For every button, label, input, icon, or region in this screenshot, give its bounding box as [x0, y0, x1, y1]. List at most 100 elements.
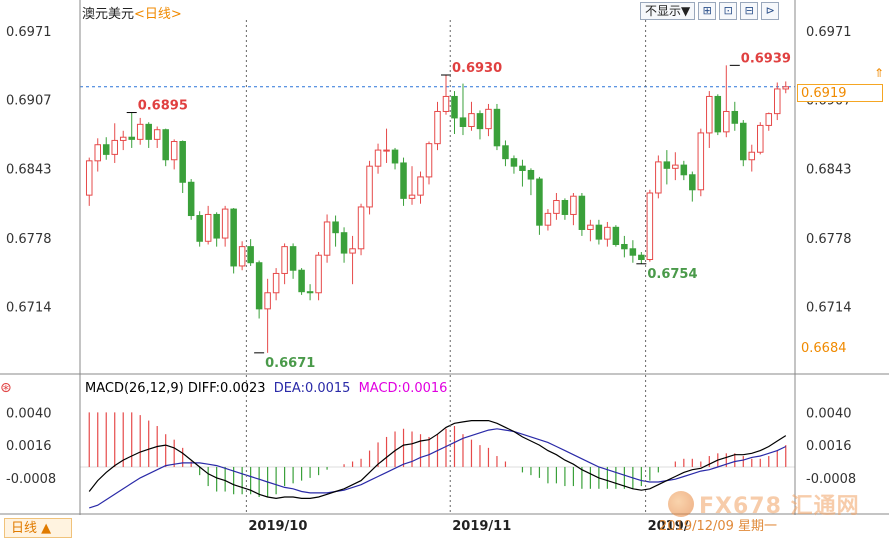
indicator-settings-icon: ⊛ [0, 380, 12, 396]
macd-legend-macd: MACD:0.0016 [358, 381, 448, 396]
candle-body [102, 144, 110, 155]
date-stamp: 2019/12/09 星期一 [659, 519, 778, 534]
candle-body [706, 95, 713, 134]
candle-body [349, 248, 356, 254]
candle-body [459, 117, 467, 127]
candle-body [153, 129, 161, 140]
candle-body [408, 194, 416, 199]
candle-body [255, 262, 263, 310]
candle-body [366, 165, 373, 208]
candle-body [740, 122, 747, 161]
candle-body [374, 149, 382, 167]
y-tick-left: 0.6907 [6, 94, 52, 109]
candle-body [621, 243, 628, 250]
candle-body [655, 161, 662, 194]
display-select[interactable]: 不显示▼ [640, 2, 696, 20]
period-tab[interactable]: 日线 ▲ [4, 518, 72, 538]
candle-body [162, 129, 169, 161]
candle-body [595, 224, 603, 240]
chart-toolbar: 不显示▼ ⊞ ⊡ ⊟ ⊳ [640, 2, 780, 20]
candle-body [468, 113, 475, 127]
macd-y-tick-right: -0.0008 [806, 472, 856, 487]
candle-body [765, 113, 773, 126]
candle-body [570, 195, 577, 215]
candle-body [587, 224, 594, 230]
zoom-out-icon[interactable]: ⊡ [719, 2, 738, 20]
y-tick-left: 0.6714 [6, 301, 52, 316]
candle-body [230, 208, 237, 267]
candle-body [502, 145, 509, 160]
candle-body [773, 88, 781, 115]
candle-body [128, 136, 135, 140]
candle-body [85, 160, 93, 196]
candle-body [680, 164, 688, 176]
x-tick-label: 2019/10 [248, 519, 307, 534]
lower-price-label: 0.6684 [801, 341, 847, 356]
candle-body [383, 149, 390, 152]
candle-body [332, 221, 339, 234]
y-tick-right: 0.6714 [806, 301, 852, 316]
candle-body [748, 151, 756, 161]
price-annotation: 0.6671 [265, 356, 315, 371]
candlestick-plot[interactable]: 0.6895 0.6930 0.6939 0.6671 0.6754 [80, 51, 795, 371]
x-tick-label: 2019/11 [452, 519, 511, 534]
y-tick-left: 0.6778 [6, 232, 52, 247]
candle-body [179, 141, 186, 183]
candle-body [510, 158, 518, 167]
price-annotation: 0.6895 [138, 99, 188, 114]
candle-body [204, 213, 212, 242]
y-tick-left: 0.6843 [6, 162, 52, 177]
candle-body [451, 95, 458, 119]
candle-body [196, 215, 203, 242]
candle-body [536, 178, 543, 226]
candle-body [170, 141, 178, 161]
macd-legend-diff: DIFF:0.0023 [187, 381, 266, 396]
candle-body [646, 192, 654, 261]
candle-body [306, 291, 314, 294]
candle-body [604, 226, 611, 240]
candle-body [723, 110, 730, 133]
candle-body [323, 221, 331, 256]
candle-body [672, 164, 679, 169]
candle-body [391, 149, 399, 164]
candle-body [638, 254, 645, 261]
candle-body [629, 248, 637, 256]
instrument-name: 澳元美元 [82, 7, 135, 22]
candle-body [689, 174, 696, 191]
candle-body [782, 86, 790, 90]
chart-frame: 0.6895 0.6930 0.6939 0.6671 0.6754 0.6971 0.6… [0, 0, 889, 534]
zoom-in-icon[interactable]: ⊞ [698, 2, 717, 20]
candle-body [485, 108, 492, 130]
candle-body [111, 139, 118, 155]
current-price-label: 0.6919 [797, 84, 883, 102]
y-tick-right: 0.6843 [806, 162, 852, 177]
scroll-right-icon[interactable]: ⊳ [761, 2, 780, 20]
period-selector[interactable]: <日线> [134, 7, 182, 22]
candle-body [417, 176, 424, 196]
candle-body [400, 162, 407, 199]
candle-body [425, 143, 433, 178]
candle-body [357, 206, 365, 250]
candle-body [221, 208, 229, 239]
candle-body [315, 254, 322, 294]
candle-body [298, 269, 305, 293]
candle-body [476, 113, 484, 130]
macd-legend: MACD(26,12,9) DIFF:0.0023 DEA:0.0015 MAC… [85, 381, 447, 396]
macd-y-tick-right: 0.0040 [806, 406, 852, 421]
candle-body [714, 95, 722, 133]
candle-body [272, 272, 280, 294]
candle-body [757, 124, 764, 153]
price-annotation: 0.6930 [452, 61, 502, 76]
candle-body [94, 144, 102, 162]
candle-body [281, 246, 288, 274]
scroll-left-icon[interactable]: ⊟ [740, 2, 759, 20]
candle-body [187, 181, 195, 217]
y-tick-right: 0.6778 [806, 232, 852, 247]
candle-body [578, 195, 586, 230]
candle-body [442, 95, 450, 112]
price-annotation: 0.6754 [647, 267, 697, 282]
candle-body [119, 136, 127, 141]
candle-body [519, 165, 526, 171]
candle-body [289, 246, 297, 271]
price-annotation: 0.6939 [741, 51, 791, 66]
